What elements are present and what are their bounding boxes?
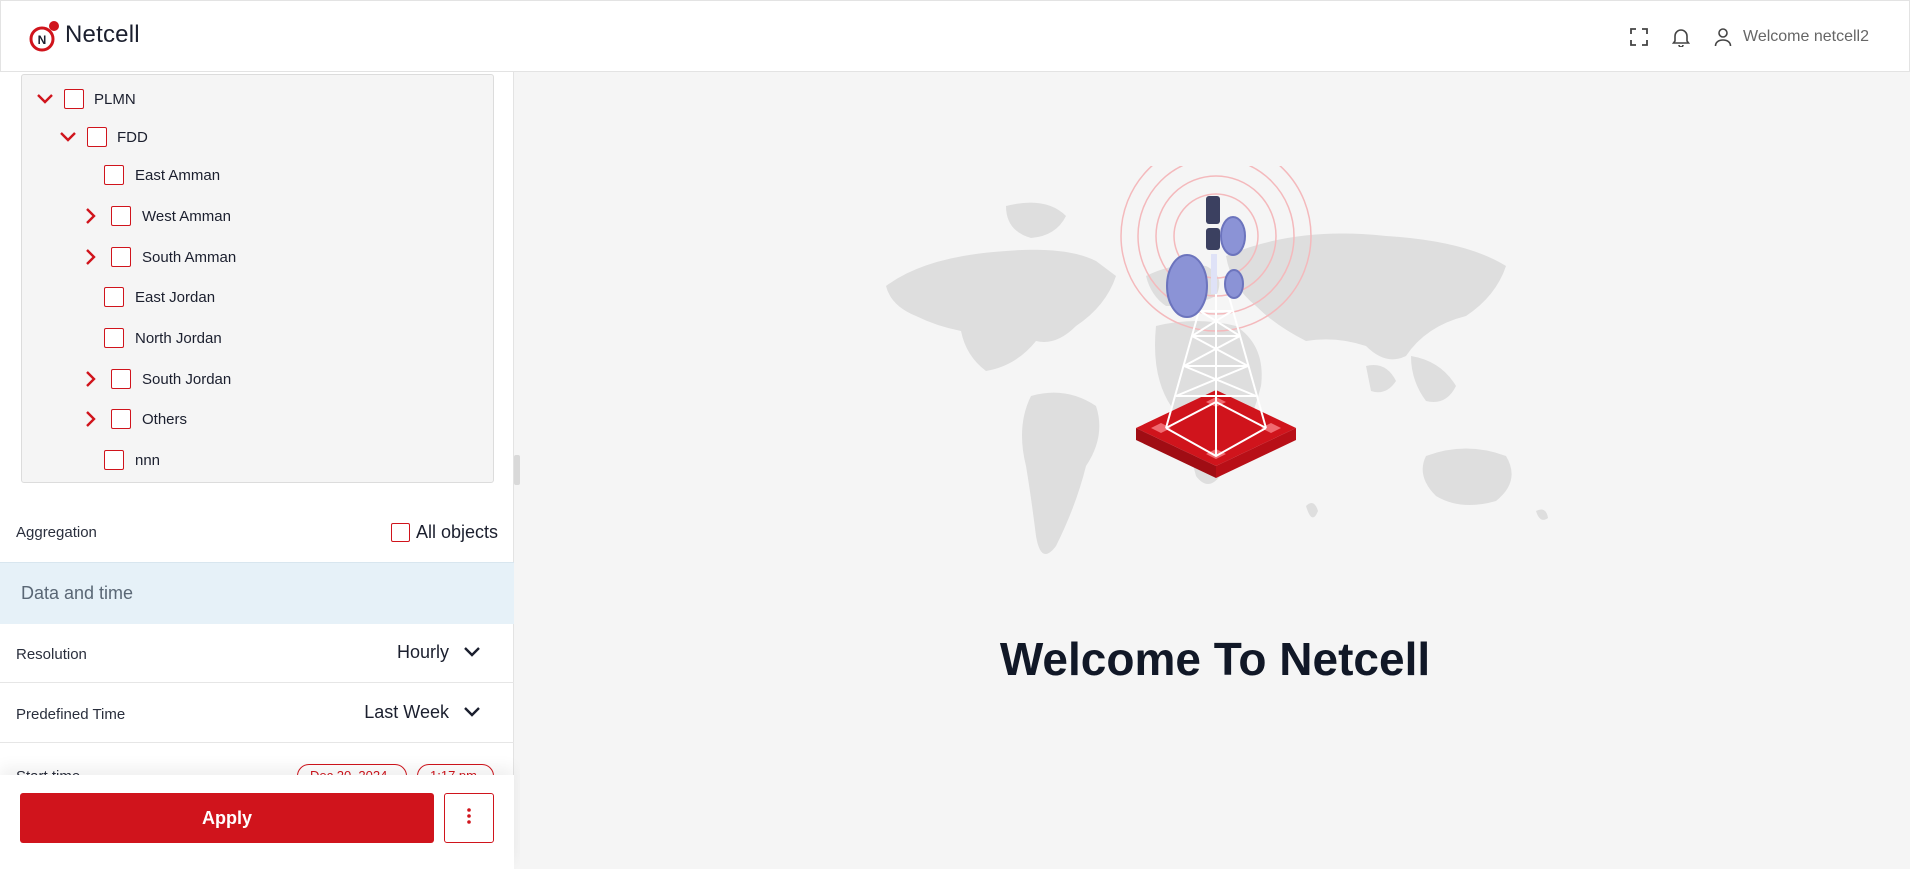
tree-item-label: South Amman — [142, 248, 237, 266]
tree-item-label: North Jordan — [135, 329, 222, 347]
tree-checkbox[interactable] — [104, 165, 124, 185]
tree-checkbox[interactable] — [87, 127, 107, 147]
tree-item-label: nnn — [135, 451, 161, 469]
hero-illustration — [866, 140, 1566, 606]
top-header: N Netcell Welcome netcell2 — [0, 0, 1910, 72]
sidebar-footer: Apply — [0, 775, 514, 869]
chevron-down-icon — [461, 701, 483, 723]
tree-item-fdd: FDD — [57, 122, 148, 152]
tree-checkbox[interactable] — [104, 328, 124, 348]
tree-item-north-jordan: North Jordan — [104, 323, 222, 353]
divider — [0, 682, 514, 683]
section-title: Data and time — [21, 583, 134, 603]
logo-text: Netcell — [65, 21, 140, 48]
svg-text:N: N — [38, 33, 47, 47]
resolution-value: Hourly — [396, 641, 449, 662]
tree-item-west-amman: West Amman — [80, 201, 231, 231]
predefined-time-select[interactable]: Last Week — [364, 701, 483, 723]
tree-checkbox[interactable] — [111, 409, 131, 429]
chevron-down-icon[interactable] — [57, 126, 79, 148]
tree-item-south-amman: South Amman — [80, 242, 236, 272]
tree-checkbox[interactable] — [111, 369, 131, 389]
chevron-down-icon[interactable] — [34, 88, 56, 110]
bell-icon[interactable] — [1667, 23, 1695, 51]
resolution-label: Resolution — [16, 646, 87, 663]
all-objects-checkbox[interactable]: All objects — [391, 522, 498, 543]
chevron-right-icon[interactable] — [80, 408, 102, 430]
predefined-time-value: Last Week — [364, 701, 449, 722]
chevron-right-icon[interactable] — [80, 205, 102, 227]
aggregation-label: Aggregation — [16, 524, 97, 541]
tree-item-label: Others — [142, 410, 188, 428]
netcell-logo-icon: N — [29, 21, 59, 52]
tree-item-south-jordan: South Jordan — [80, 364, 231, 394]
more-options-button[interactable] — [444, 793, 494, 843]
main-content: Welcome To Netcell — [520, 72, 1910, 869]
divider — [0, 742, 514, 743]
tree-item-east-amman: East Amman — [104, 160, 220, 190]
predefined-time-label: Predefined Time — [16, 706, 126, 723]
all-objects-checkbox-box[interactable] — [391, 523, 410, 542]
tree-item-others: Others — [80, 404, 187, 434]
tree-item-label: PLMN — [94, 90, 136, 108]
tree-item-label: East Amman — [135, 166, 221, 184]
chevron-right-icon[interactable] — [80, 246, 102, 268]
tree-item-label: FDD — [117, 128, 148, 146]
tree-item-label: West Amman — [142, 207, 231, 225]
filter-sidebar: PLMN FDD East Amman West Amman South Amm… — [0, 72, 514, 869]
more-vertical-icon — [467, 807, 471, 829]
world-map-tower-illustration — [886, 140, 1548, 554]
chevron-down-icon — [461, 641, 483, 663]
logo[interactable]: N Netcell — [29, 21, 140, 52]
header-actions: Welcome netcell2 — [1625, 23, 1869, 51]
tree-item-label: South Jordan — [142, 370, 232, 388]
date-time-section-header[interactable]: Data and time — [0, 562, 514, 624]
tree-checkbox[interactable] — [64, 89, 84, 109]
resolution-select[interactable]: Hourly — [397, 641, 483, 663]
fullscreen-icon[interactable] — [1625, 23, 1653, 51]
tree-checkbox[interactable] — [111, 206, 131, 226]
object-tree: PLMN FDD East Amman West Amman South Amm… — [21, 74, 494, 483]
welcome-user-text[interactable]: Welcome netcell2 — [1743, 28, 1869, 46]
apply-button[interactable]: Apply — [20, 793, 434, 843]
tree-item-label: East Jordan — [135, 288, 216, 306]
user-icon[interactable] — [1709, 23, 1737, 51]
chevron-right-icon[interactable] — [80, 368, 102, 390]
welcome-title: Welcome To Netcell — [999, 633, 1431, 685]
tree-checkbox[interactable] — [111, 247, 131, 267]
tree-checkbox[interactable] — [104, 450, 124, 470]
all-objects-label: All objects — [416, 522, 499, 542]
tree-item-nnn: nnn — [104, 445, 160, 475]
tree-checkbox[interactable] — [104, 287, 124, 307]
tree-item-plmn: PLMN — [34, 84, 136, 114]
tree-item-east-jordan: East Jordan — [104, 282, 215, 312]
